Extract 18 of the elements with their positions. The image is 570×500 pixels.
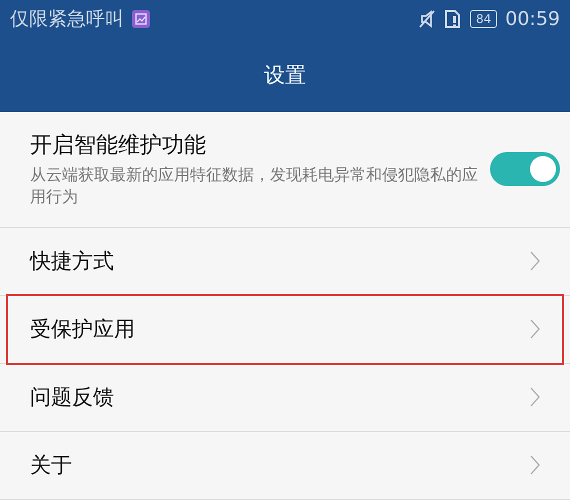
chevron-icon [530, 455, 540, 476]
carrier-text: 仅限紧急呼叫 [10, 7, 124, 32]
settings-item[interactable]: 关于 [8, 432, 562, 499]
chevron-icon [530, 319, 540, 340]
settings-item[interactable]: 快捷方式 [8, 228, 562, 295]
toggle-switch[interactable] [490, 152, 560, 186]
setting-description: 从云端获取最新的应用特征数据，发现耗电异常和侵犯隐私的应用行为 [30, 164, 479, 208]
sim-alert-icon [444, 9, 462, 30]
settings-item[interactable]: 问题反馈 [8, 364, 562, 431]
page-title: 设置 [264, 62, 306, 90]
clock-time: 00:59 [505, 8, 560, 30]
mute-icon [418, 9, 436, 30]
settings-item[interactable]: 受保护应用 [8, 296, 562, 363]
chevron-icon [530, 387, 540, 408]
setting-title: 开启智能维护功能 [30, 132, 207, 160]
chevron-icon [530, 251, 540, 272]
battery-level: 84 [470, 10, 498, 28]
image-icon [132, 10, 150, 28]
